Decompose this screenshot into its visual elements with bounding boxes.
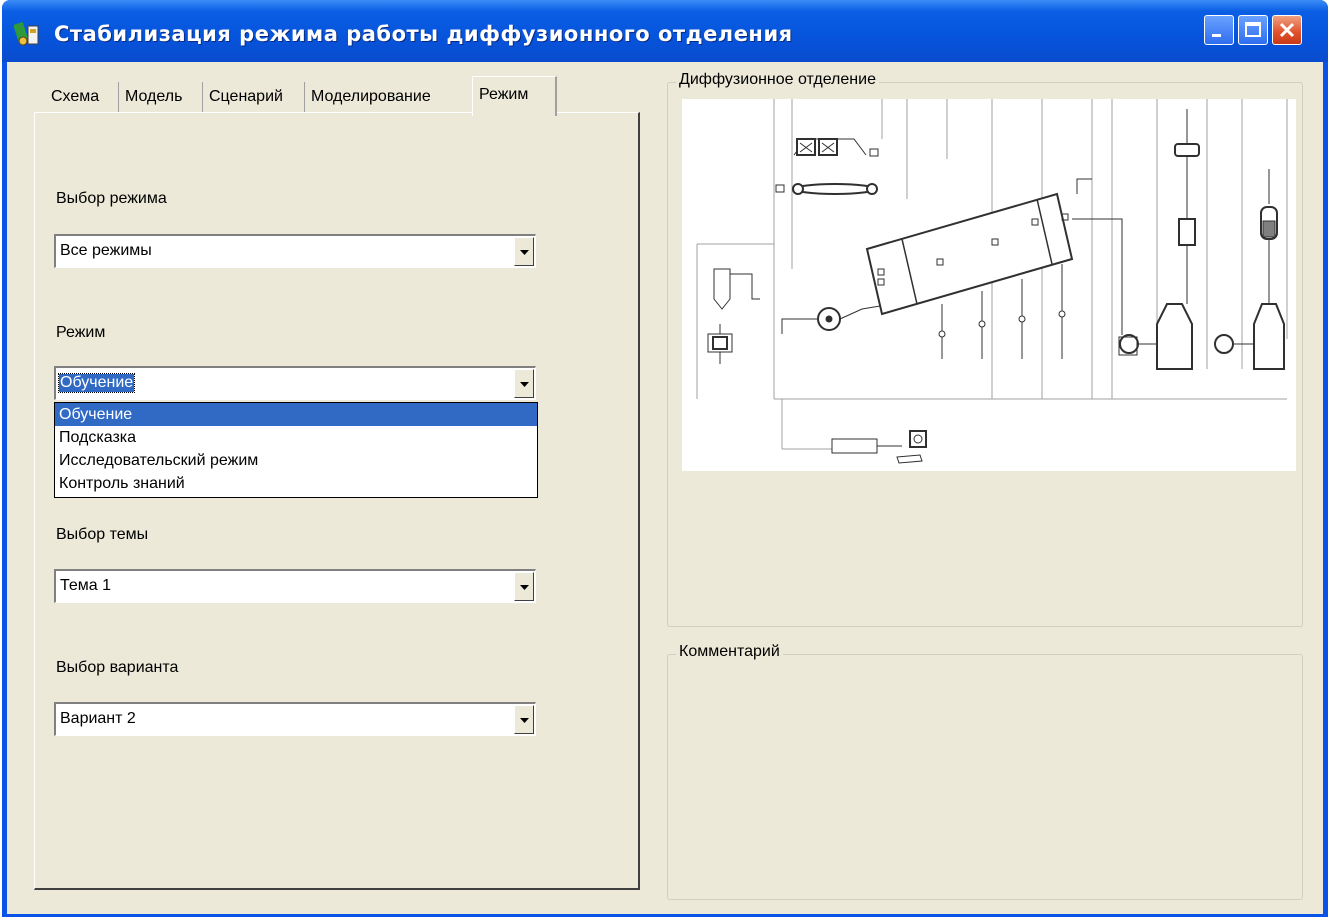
mode-option[interactable]: Обучение xyxy=(55,403,537,426)
tab-mode[interactable]: Режим xyxy=(472,76,557,116)
mode-value: Обучение xyxy=(57,373,136,393)
app-icon xyxy=(14,21,39,46)
mode-set-label: Выбор режима xyxy=(56,190,167,207)
topic-select[interactable]: Тема 1 xyxy=(54,569,536,603)
topic-value: Тема 1 xyxy=(60,577,112,594)
comment-group: Комментарий xyxy=(667,643,1303,900)
client-area: Схема Модель Сценарий Моделирование Режи… xyxy=(7,62,1323,914)
close-icon xyxy=(1279,22,1295,38)
variant-value: Вариант 2 xyxy=(60,710,136,727)
diagram-group-title: Диффузионное отделение xyxy=(676,71,879,89)
process-diagram xyxy=(682,99,1296,471)
mode-dropdown-button[interactable] xyxy=(514,369,534,398)
comment-group-title: Комментарий xyxy=(676,643,783,661)
chevron-down-icon xyxy=(520,718,529,723)
mode-option[interactable]: Исследовательский режим xyxy=(55,449,537,472)
maximize-icon xyxy=(1245,22,1261,37)
chevron-down-icon xyxy=(520,250,529,255)
close-button[interactable] xyxy=(1272,15,1302,45)
variant-dropdown-button[interactable] xyxy=(514,705,534,734)
topic-label: Выбор темы xyxy=(56,526,149,543)
variant-label: Выбор варианта xyxy=(56,659,179,676)
diffusion-process-diagram xyxy=(696,99,1288,464)
tab-scenario[interactable]: Сценарий xyxy=(202,82,289,112)
tab-simulation[interactable]: Моделирование xyxy=(304,82,437,112)
mode-dropdown-list: Обучение Подсказка Исследовательский реж… xyxy=(54,402,538,498)
mode-set-value: Все режимы xyxy=(60,242,152,259)
maximize-button[interactable] xyxy=(1238,15,1268,45)
mode-option[interactable]: Контроль знаний xyxy=(55,472,537,495)
tab-model[interactable]: Модель xyxy=(118,82,188,112)
tab-panel-mode xyxy=(34,112,640,890)
app-window: Стабилизация режима работы диффузионного… xyxy=(2,0,1328,917)
mode-select[interactable]: Обучение xyxy=(54,366,536,400)
minimize-icon xyxy=(1212,34,1221,37)
mode-set-select[interactable]: Все режимы xyxy=(54,234,536,268)
mode-label: Режим xyxy=(56,324,106,341)
chevron-down-icon xyxy=(520,585,529,590)
tab-scheme[interactable]: Схема xyxy=(45,82,105,112)
chevron-down-icon xyxy=(520,382,529,387)
variant-select[interactable]: Вариант 2 xyxy=(54,702,536,736)
diagram-group: Диффузионное отделение xyxy=(667,71,1303,627)
title-bar[interactable]: Стабилизация режима работы диффузионного… xyxy=(2,0,1328,62)
window-title: Стабилизация режима работы диффузионного… xyxy=(54,22,793,46)
mode-option[interactable]: Подсказка xyxy=(55,426,537,449)
mode-set-dropdown-button[interactable] xyxy=(514,237,534,266)
topic-dropdown-button[interactable] xyxy=(514,572,534,601)
minimize-button[interactable] xyxy=(1204,15,1234,45)
